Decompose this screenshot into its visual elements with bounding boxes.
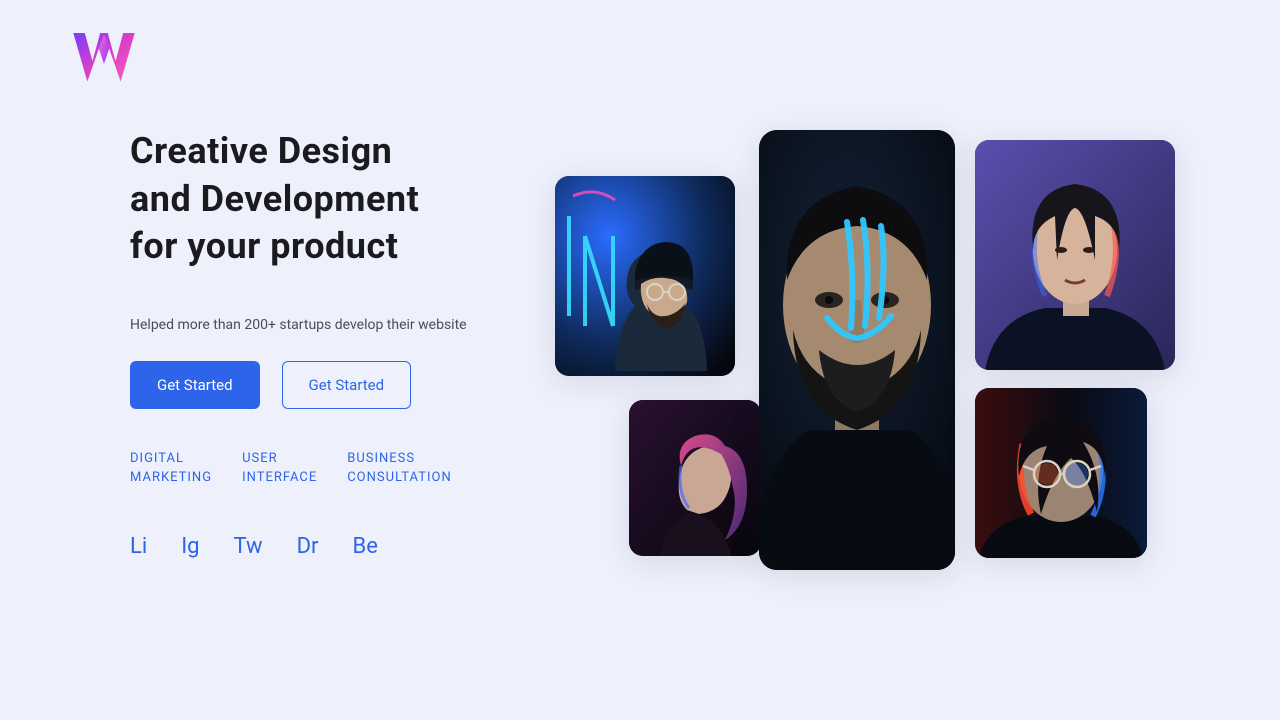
social-linkedin[interactable]: Li — [130, 534, 147, 559]
gallery-card-2 — [629, 400, 761, 556]
hero-headline: Creative Design and Development for your… — [130, 128, 560, 271]
hero-headline-line3: for your product — [130, 225, 398, 267]
cta-primary-button[interactable]: Get Started — [130, 361, 260, 409]
gallery-card-1 — [555, 176, 735, 376]
hero-headline-line2: and Development — [130, 178, 419, 220]
w-logo-icon — [72, 28, 136, 88]
gallery-card-5 — [975, 388, 1147, 558]
social-instagram[interactable]: Ig — [181, 534, 199, 559]
brand-logo[interactable] — [72, 28, 136, 88]
cta-secondary-button[interactable]: Get Started — [282, 361, 412, 409]
hero-headline-line1: Creative Design — [130, 130, 392, 172]
social-twitter[interactable]: Tw — [234, 534, 263, 559]
hero-gallery — [555, 110, 1195, 590]
tag-digital-marketing[interactable]: DIGITAL MARKETING — [130, 449, 212, 488]
social-behance[interactable]: Be — [353, 534, 378, 559]
hero-subtitle: Helped more than 200+ startups develop t… — [130, 317, 560, 333]
tag-user-interface[interactable]: USER INTERFACE — [242, 449, 317, 488]
tag-business-consultation[interactable]: BUSINESS CONSULTATION — [347, 449, 452, 488]
social-dribbble[interactable]: Dr — [297, 534, 319, 559]
gallery-card-3 — [759, 130, 955, 570]
gallery-card-4 — [975, 140, 1175, 370]
